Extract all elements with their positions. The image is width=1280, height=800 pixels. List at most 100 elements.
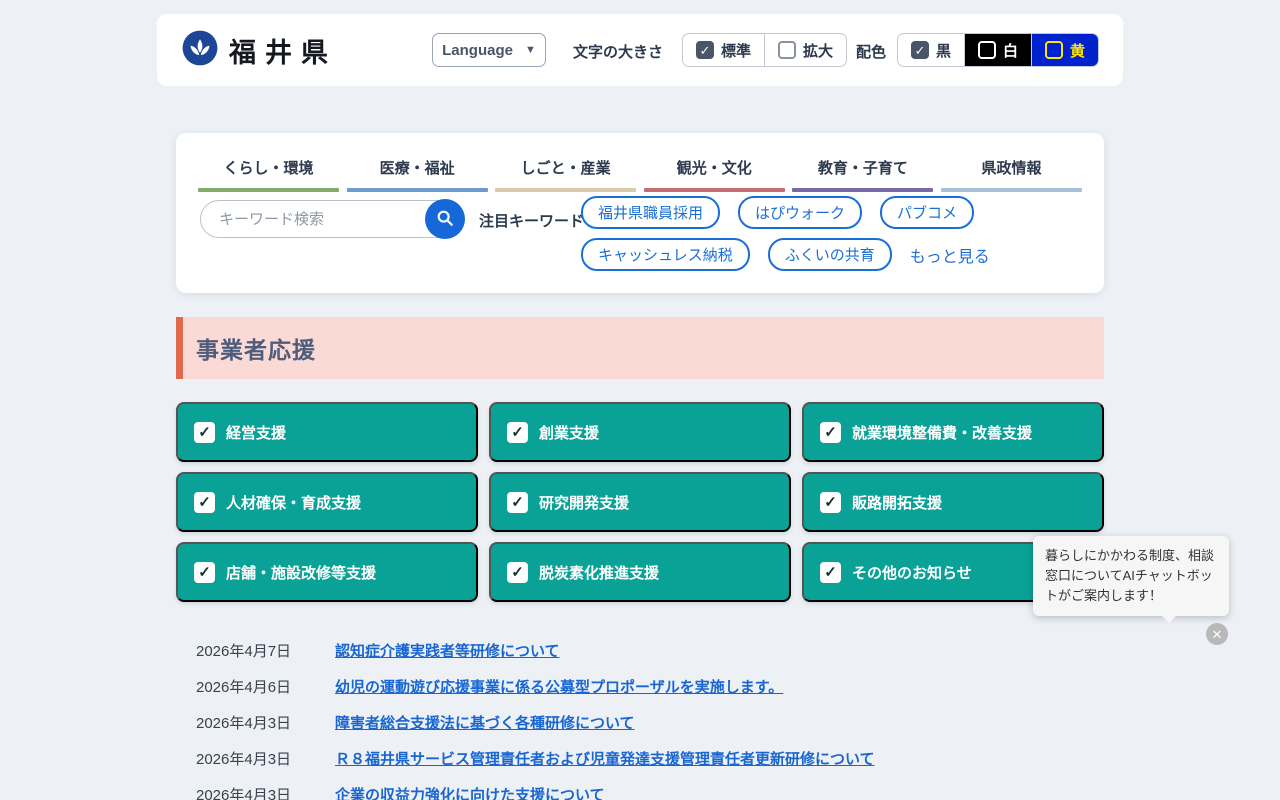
tab-underline [198,188,339,192]
checkbox-checked-icon: ✓ [194,492,215,513]
category-shugyo-kankyo[interactable]: ✓ 就業環境整備費・改善支援 [802,402,1104,462]
chatbot-tooltip-message: 暮らしにかかわる制度、相談窓口についてAIチャットボットがご案内します！ [1045,548,1214,603]
font-size-large-label: 拡大 [803,40,833,61]
category-label: 就業環境整備費・改善支援 [852,422,1032,443]
news-date: 2026年4月6日 [196,676,335,697]
keyword-pill-fukui-kyoiku[interactable]: ふくいの共育 [768,238,892,271]
category-sogyo-shien[interactable]: ✓ 創業支援 [489,402,791,462]
chevron-down-icon: ▼ [525,44,536,56]
featured-keywords-label: 注目キーワード [479,210,584,231]
category-label: 研究開発支援 [539,492,629,513]
search-icon [436,209,454,230]
site-header: 福井県 Language ▼ 文字の大きさ ✓ 標準 ✓ 拡大 配色 ✓ 黒 ✓… [157,14,1123,86]
keyword-pills: 福井県職員採用 はぴウォーク パブコメ キャッシュレス納税 ふくいの共育 もっと… [581,196,990,271]
tab-kurashi-kankyo[interactable]: くらし・環境 [198,145,339,192]
tab-underline [347,188,488,192]
checkbox-checked-icon: ✓ [696,41,714,59]
category-label: その他のお知らせ [852,562,972,583]
color-scheme-yellow-option[interactable]: ✓ 黄 [1031,34,1098,66]
checkbox-checked-icon: ✓ [820,562,841,583]
checkbox-checked-icon: ✓ [911,41,929,59]
banner-accent-bar [176,317,183,379]
category-hanro-kaitaku[interactable]: ✓ 販路開拓支援 [802,472,1104,532]
category-label: 人材確保・育成支援 [226,492,361,513]
font-size-toggle-group: ✓ 標準 ✓ 拡大 [682,33,847,67]
checkbox-checked-icon: ✓ [507,562,528,583]
category-keiei-shien[interactable]: ✓ 経営支援 [176,402,478,462]
tab-underline [495,188,636,192]
more-keywords-link[interactable]: もっと見る [910,243,990,267]
category-datsutanso[interactable]: ✓ 脱炭素化推進支援 [489,542,791,602]
tab-kyoiku-kosodate[interactable]: 教育・子育て [792,145,933,192]
checkbox-checked-icon: ✓ [194,562,215,583]
news-link[interactable]: 認知症介護実践者等研修について [335,640,560,661]
category-kenkyu-kaihatsu[interactable]: ✓ 研究開発支援 [489,472,791,532]
color-scheme-toggle-group: ✓ 黒 ✓ 白 ✓ 黄 [897,33,1099,67]
color-scheme-white-option[interactable]: ✓ 白 [964,34,1031,66]
business-support-grid: ✓ 経営支援 ✓ 創業支援 ✓ 就業環境整備費・改善支援 ✓ 人材確保・育成支援… [176,402,1104,602]
news-link[interactable]: Ｒ８福井県サービス管理責任者および児童発達支援管理責任者更新研修について [335,748,875,769]
font-size-standard-option[interactable]: ✓ 標準 [683,34,764,66]
news-date: 2026年4月7日 [196,640,335,661]
tab-label: 観光・文化 [644,145,785,188]
language-select[interactable]: Language ▼ [432,33,546,67]
color-yellow-label: 黄 [1070,40,1085,61]
tab-underline [644,188,785,192]
category-label: 脱炭素化推進支援 [539,562,659,583]
news-row: 2026年4月3日 障害者総合支援法に基づく各種研修について [196,712,1136,731]
tab-underline [941,188,1082,192]
search-box [200,200,464,238]
tab-label: 医療・福祉 [347,145,488,188]
checkbox-unchecked-icon: ✓ [978,41,996,59]
font-size-label: 文字の大きさ [573,41,663,62]
checkbox-unchecked-icon: ✓ [778,41,796,59]
section-title: 事業者応援 [196,331,316,365]
category-label: 店舗・施設改修等支援 [226,562,376,583]
font-size-large-option[interactable]: ✓ 拡大 [764,34,846,66]
keyword-pill-shokuin-saiyo[interactable]: 福井県職員採用 [581,196,720,229]
news-link[interactable]: 障害者総合支援法に基づく各種研修について [335,712,635,733]
site-logo[interactable]: 福井県 [181,29,337,72]
chatbot-tooltip: 暮らしにかかわる制度、相談窓口についてAIチャットボットがご案内します！ [1033,536,1229,616]
news-link[interactable]: 企業の収益力強化に向けた支援について [335,784,605,800]
category-label: 創業支援 [539,422,599,443]
category-jinzai-kakuho[interactable]: ✓ 人材確保・育成支援 [176,472,478,532]
news-row: 2026年4月7日 認知症介護実践者等研修について [196,640,1136,659]
news-row: 2026年4月3日 企業の収益力強化に向けた支援について [196,784,1136,800]
checkbox-unchecked-icon: ✓ [1045,41,1063,59]
color-black-label: 黒 [936,40,951,61]
tab-label: 教育・子育て [792,145,933,188]
checkbox-checked-icon: ✓ [194,422,215,443]
tab-label: しごと・産業 [495,145,636,188]
tab-kensei-joho[interactable]: 県政情報 [941,145,1082,192]
news-date: 2026年4月3日 [196,748,335,769]
chatbot-tooltip-close-button[interactable]: ✕ [1206,623,1228,645]
color-scheme-label: 配色 [856,41,886,62]
category-tenpo-kaishu[interactable]: ✓ 店舗・施設改修等支援 [176,542,478,602]
color-scheme-black-option[interactable]: ✓ 黒 [898,34,964,66]
category-label: 経営支援 [226,422,286,443]
site-title: 福井県 [229,31,337,70]
tab-shigoto-sangyo[interactable]: しごと・産業 [495,145,636,192]
checkbox-checked-icon: ✓ [820,422,841,443]
checkbox-checked-icon: ✓ [507,422,528,443]
tab-label: 県政情報 [941,145,1082,188]
close-icon: ✕ [1212,628,1223,641]
news-row: 2026年4月3日 Ｒ８福井県サービス管理責任者および児童発達支援管理責任者更新… [196,748,1136,767]
news-link[interactable]: 幼児の運動遊び応援事業に係る公募型プロポーザルを実施します。 [335,676,783,697]
checkbox-checked-icon: ✓ [820,492,841,513]
fukui-emblem-icon [181,29,219,72]
checkbox-checked-icon: ✓ [507,492,528,513]
tab-kanko-bunka[interactable]: 観光・文化 [644,145,785,192]
tab-iryo-fukushi[interactable]: 医療・福祉 [347,145,488,192]
keyword-pill-hapi-walk[interactable]: はぴウォーク [738,196,862,229]
font-size-standard-label: 標準 [721,40,751,61]
news-date: 2026年4月3日 [196,784,335,800]
search-button[interactable] [425,199,465,239]
news-date: 2026年4月3日 [196,712,335,733]
keyword-pill-pabukome[interactable]: パブコメ [880,196,974,229]
category-tabs: くらし・環境 医療・福祉 しごと・産業 観光・文化 教育・子育て 県政情報 [198,145,1082,192]
keyword-pill-cashless-nozei[interactable]: キャッシュレス納税 [581,238,750,271]
business-support-banner: 事業者応援 [176,317,1104,379]
category-label: 販路開拓支援 [852,492,942,513]
